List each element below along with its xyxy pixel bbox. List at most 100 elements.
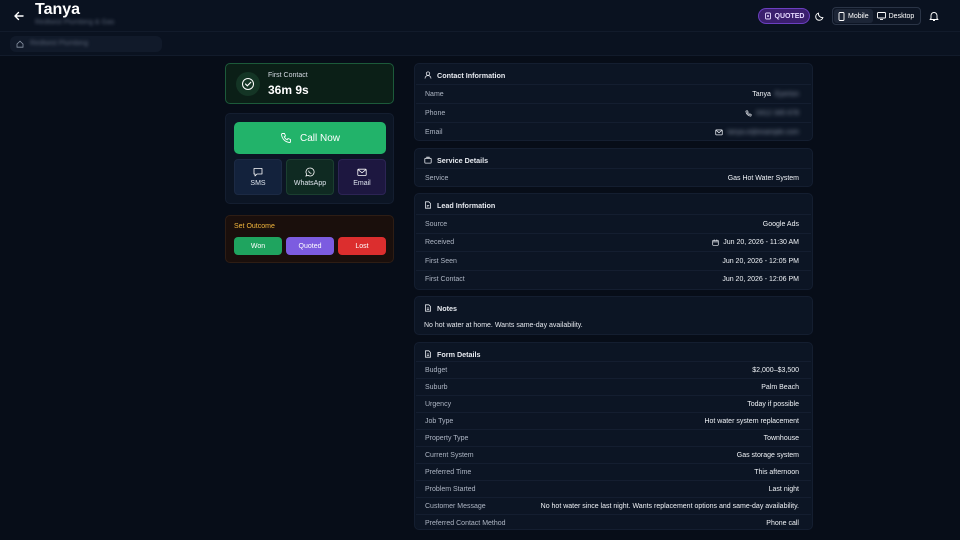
contact-information-header: Contact Information: [424, 70, 505, 80]
breadcrumb-text: Redtwist Plumbing: [30, 40, 88, 47]
lead-information-title: Lead Information: [437, 200, 496, 210]
contact-information-title: Contact Information: [437, 70, 506, 80]
phone-icon: [745, 110, 752, 117]
status-badge[interactable]: QUOTED: [758, 8, 810, 24]
form-preferred-contact-value: Phone call: [766, 519, 799, 527]
contact-phone-value[interactable]: 0412 345 678: [745, 110, 799, 117]
form-row-suburb: Suburb Palm Beach: [416, 378, 811, 395]
contact-email-redacted: tanya.e@example.com: [727, 128, 799, 136]
form-current-system-value: Gas storage system: [736, 451, 799, 459]
lead-first-seen-value: Jun 20, 2026 - 12:05 PM: [722, 257, 799, 265]
email-label: Email: [353, 179, 371, 187]
check-circle-icon: [236, 72, 260, 96]
theme-moon-icon[interactable]: [814, 10, 826, 22]
sms-button[interactable]: SMS: [234, 159, 282, 195]
won-button[interactable]: Won: [234, 237, 282, 255]
notes-title: Notes: [437, 303, 457, 313]
top-header: Tanya Redtwist Plumbing & Gas QUOTED Mob…: [0, 0, 960, 32]
notes-icon: [424, 304, 432, 312]
contact-phone-row: Phone 0412 345 678: [416, 103, 811, 122]
email-button[interactable]: Email: [338, 159, 386, 195]
form-preferred-time-value: This afternoon: [754, 468, 799, 476]
form-row-preferred-contact: Preferred Contact Method Phone call: [416, 514, 811, 531]
form-row-customer-message: Customer Message No hot water since last…: [416, 497, 811, 514]
service-details-header: Service Details: [424, 155, 488, 165]
service-value: Gas Hot Water System: [727, 174, 799, 182]
view-toggle: Mobile Desktop: [832, 7, 921, 25]
lead-first-contact-value: Jun 20, 2026 - 12:06 PM: [722, 276, 799, 283]
breadcrumb-bar: Redtwist Plumbing: [0, 32, 960, 56]
phone-icon: [280, 132, 292, 144]
view-desktop-label: Desktop: [888, 12, 915, 20]
lead-source-value: Google Ads: [762, 220, 799, 228]
set-outcome-card: Set Outcome Won Quoted Lost: [225, 215, 394, 263]
contact-name-value: Tanya Eyerton: [752, 91, 799, 98]
form-preferred-contact-label: Preferred Contact Method: [425, 519, 506, 527]
view-desktop-button[interactable]: Desktop: [873, 9, 919, 23]
briefcase-icon: [424, 156, 432, 164]
quoted-button[interactable]: Quoted: [286, 237, 334, 255]
first-contact-label: First Contact: [268, 72, 308, 79]
lead-source-label: Source: [425, 220, 448, 228]
page-title: Tanya: [35, 1, 81, 18]
whatsapp-icon: [305, 167, 315, 177]
contact-email-value[interactable]: tanya.e@example.com: [715, 129, 799, 136]
lead-information-section: Lead Information Source Google Ads Recei…: [414, 193, 813, 290]
contact-phone-redacted: 0412 345 678: [756, 109, 799, 117]
lead-row-received: Received Jun 20, 2026 - 11:30 AM: [416, 232, 811, 252]
notes-section: Notes No hot water at home. Wants same-d…: [414, 296, 813, 335]
notes-text: No hot water at home. Wants same-day ava…: [424, 322, 583, 329]
contact-phone-label: Phone: [425, 109, 446, 117]
contact-name-label: Name: [425, 90, 444, 98]
form-budget-label: Budget: [425, 366, 448, 374]
form-current-system-label: Current System: [425, 451, 474, 459]
form-customer-message-label: Customer Message: [425, 502, 486, 510]
user-icon: [424, 71, 432, 79]
form-urgency-label: Urgency: [425, 400, 452, 408]
lost-button[interactable]: Lost: [338, 237, 386, 255]
calendar-icon: [712, 239, 719, 246]
form-preferred-time-label: Preferred Time: [425, 468, 472, 476]
contact-information-section: Contact Information Name Tanya Eyerton P…: [414, 63, 813, 141]
contact-last-name-redacted: Eyerton: [774, 90, 799, 98]
mobile-icon: [838, 11, 845, 21]
call-now-button[interactable]: Call Now: [234, 122, 386, 154]
lead-first-seen-label: First Seen: [425, 257, 457, 265]
service-details-section: Service Details Service Gas Hot Water Sy…: [414, 148, 813, 187]
form-icon: [424, 350, 432, 358]
contact-actions-card: Call Now SMS WhatsApp Email: [225, 113, 394, 204]
form-details-title: Form Details: [437, 349, 481, 359]
service-details-title: Service Details: [437, 155, 489, 165]
desktop-icon: [876, 12, 886, 20]
sms-icon: [253, 167, 263, 177]
outcome-title: Set Outcome: [234, 223, 275, 230]
lead-row-source: Source Google Ads: [416, 214, 811, 233]
lead-row-first-seen: First Seen Jun 20, 2026 - 12:05 PM: [416, 251, 811, 270]
back-arrow-icon[interactable]: [12, 9, 26, 23]
status-badge-label: QUOTED: [774, 12, 805, 20]
bell-icon[interactable]: [928, 10, 940, 22]
form-row-property-type: Property Type Townhouse: [416, 429, 811, 446]
whatsapp-button[interactable]: WhatsApp: [286, 159, 334, 195]
form-property-type-label: Property Type: [425, 434, 469, 442]
view-mobile-label: Mobile: [848, 12, 869, 20]
form-details-header: Form Details: [424, 349, 481, 359]
contact-email-label: Email: [425, 128, 443, 136]
home-icon: [16, 40, 24, 48]
form-problem-started-value: Last night: [768, 485, 799, 493]
form-row-problem-started: Problem Started Last night: [416, 480, 811, 497]
form-row-budget: Budget $2,000–$3,500: [416, 361, 811, 378]
lead-received-value: Jun 20, 2026 - 11:30 AM: [712, 239, 799, 246]
form-budget-value: $2,000–$3,500: [752, 366, 799, 374]
breadcrumb[interactable]: Redtwist Plumbing: [10, 36, 162, 52]
service-row: Service Gas Hot Water System: [416, 168, 811, 187]
whatsapp-label: WhatsApp: [293, 180, 327, 187]
contact-name-row: Name Tanya Eyerton: [416, 84, 811, 103]
call-now-label: Call Now: [299, 132, 340, 144]
notes-header: Notes: [424, 303, 457, 313]
lead-first-contact-label: First Contact: [425, 276, 465, 283]
form-job-type-label: Job Type: [425, 417, 454, 425]
form-customer-message-value: No hot water since last night. Wants rep…: [540, 502, 799, 510]
view-mobile-button[interactable]: Mobile: [834, 9, 873, 23]
service-label: Service: [425, 174, 449, 182]
